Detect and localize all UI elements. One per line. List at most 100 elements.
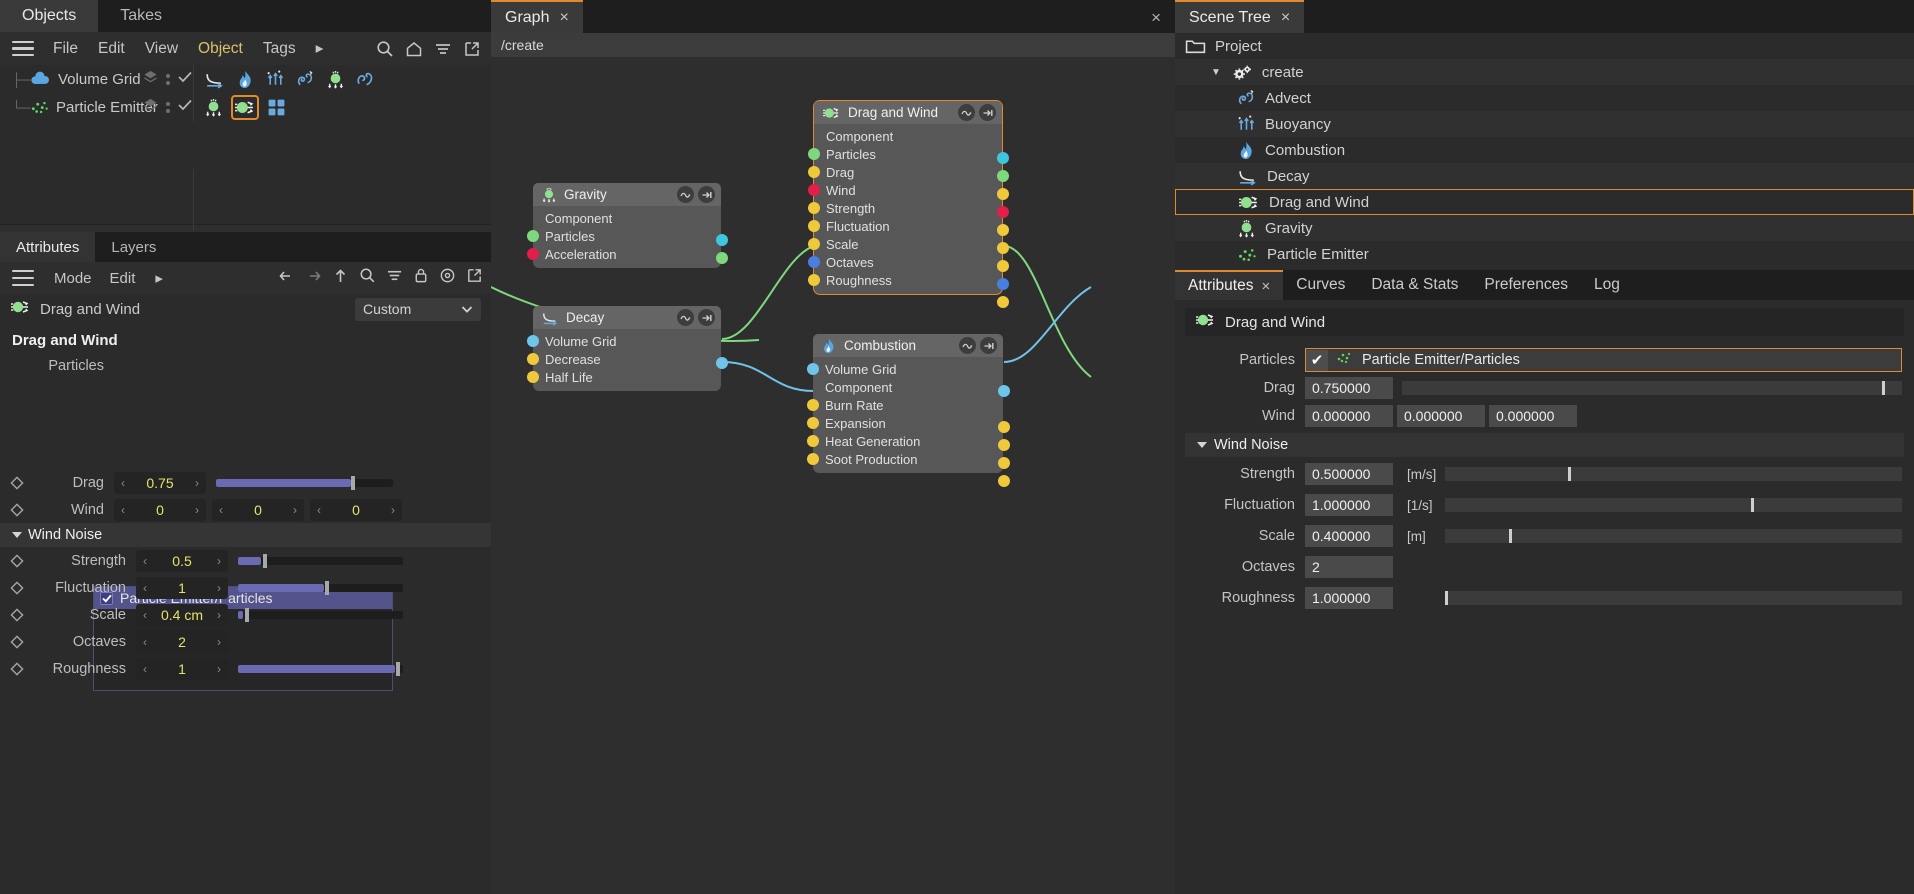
wind-noise-section-header[interactable]: Wind Noise (0, 523, 491, 547)
node-curve-button[interactable] (677, 309, 694, 326)
close-icon[interactable]: × (1261, 278, 1270, 295)
node-curve-button[interactable] (677, 186, 694, 203)
attributes-menu-edit[interactable]: Edit (102, 268, 144, 289)
filter-icon[interactable] (386, 267, 403, 289)
target-icon[interactable] (439, 267, 456, 289)
node-port-drag[interactable]: Drag (807, 163, 1002, 181)
lock-icon[interactable] (413, 267, 429, 289)
turbulence-icon[interactable] (355, 69, 376, 90)
attributes-menu-mode[interactable]: Mode (46, 268, 100, 289)
node-port-octaves[interactable]: Octaves (807, 253, 1002, 271)
graph-node-dragwind[interactable]: Drag and Wind Component Particles Drag W… (807, 100, 1009, 308)
port-dot[interactable] (806, 435, 819, 447)
tab-curves[interactable]: Curves (1283, 270, 1358, 300)
stepper-right-icon[interactable]: › (217, 635, 221, 649)
node-port-heat-generation[interactable]: Heat Generation (806, 432, 1003, 450)
node-output-port[interactable] (996, 278, 1009, 290)
check-icon[interactable] (178, 70, 192, 88)
menu-hamburger-icon[interactable] (12, 40, 34, 57)
port-dot[interactable] (526, 248, 539, 260)
node-port-component[interactable]: Component (813, 378, 1003, 396)
check-icon[interactable] (178, 98, 192, 116)
graph-node-combustion[interactable]: Combustion Volume Grid Component Burn Ra… (806, 334, 1010, 487)
gravity-icon[interactable] (325, 69, 346, 90)
node-port-soot-production[interactable]: Soot Production (806, 450, 1003, 468)
port-dot[interactable] (806, 453, 819, 465)
search-icon[interactable] (376, 40, 394, 58)
back-arrow-icon[interactable] (278, 268, 295, 289)
stepper-right-icon[interactable]: › (217, 662, 221, 676)
menu-item-object[interactable]: Object (189, 37, 252, 61)
node-port-acceleration[interactable]: Acceleration (526, 245, 721, 263)
port-dot[interactable] (806, 363, 819, 375)
node-port-strength[interactable]: Strength (807, 199, 1002, 217)
node-output-port[interactable] (996, 170, 1009, 182)
combustion-icon[interactable] (235, 69, 256, 90)
scale-field[interactable]: ‹ 0.4 cm › (136, 603, 228, 626)
wind-field-0[interactable]: ‹ 0 › (114, 498, 206, 521)
node-output-port[interactable] (997, 457, 1010, 469)
node-output-port[interactable] (996, 224, 1009, 236)
port-dot[interactable] (807, 166, 820, 178)
wind-field-0[interactable]: 0.000000 (1305, 405, 1393, 427)
drag-slider[interactable] (216, 475, 393, 490)
node-port-expansion[interactable]: Expansion (806, 414, 1003, 432)
right-wind-noise-section[interactable]: Wind Noise (1185, 433, 1904, 457)
roughness-field[interactable]: ‹ 1 › (136, 657, 228, 680)
node-port-wind[interactable]: Wind (807, 181, 1002, 199)
node-port-roughness[interactable]: Roughness (807, 271, 1002, 289)
advect-icon[interactable] (295, 69, 316, 90)
attributes-menu-more-icon[interactable]: ▸ (147, 267, 171, 289)
close-icon[interactable]: × (559, 9, 568, 27)
expander-icon[interactable]: ▼ (1211, 67, 1221, 78)
chevron-down-icon[interactable] (1197, 442, 1207, 448)
menu-item-view[interactable]: View (136, 37, 187, 61)
strength-slider[interactable] (238, 553, 403, 568)
keyframe-icon[interactable] (10, 607, 24, 622)
node-port-particles[interactable]: Particles (807, 145, 1002, 163)
close-icon[interactable]: × (1281, 9, 1290, 27)
node-output-port[interactable] (996, 242, 1009, 254)
node-output-port[interactable] (996, 206, 1009, 218)
port-dot[interactable] (806, 399, 819, 411)
stepper-right-icon[interactable]: › (391, 503, 395, 517)
port-dot[interactable] (526, 335, 539, 347)
roughness-slider[interactable] (1445, 591, 1902, 605)
octaves-field[interactable]: ‹ 2 › (136, 630, 228, 653)
scale-slider[interactable] (1445, 529, 1902, 543)
strength-field[interactable]: ‹ 0.5 › (136, 549, 228, 572)
layer-icon[interactable] (143, 69, 158, 89)
strength-field[interactable]: 0.500000 (1305, 463, 1393, 485)
node-output-port[interactable] (996, 296, 1009, 308)
popout-icon[interactable] (466, 267, 483, 289)
filter-icon[interactable] (434, 40, 452, 58)
decay-icon[interactable] (203, 69, 226, 90)
node-port-burn-rate[interactable]: Burn Rate (806, 396, 1003, 414)
visibility-dots-icon[interactable] (166, 101, 170, 113)
drag-field[interactable]: ‹ 0.75 › (114, 471, 206, 494)
attributes-hamburger-icon[interactable] (12, 270, 34, 286)
port-dot[interactable] (807, 202, 820, 214)
gravity-tag-icon[interactable] (203, 97, 224, 118)
scene-tree-item-decay[interactable]: Decay (1175, 163, 1914, 189)
chevron-down-icon[interactable] (12, 532, 22, 538)
node-output-port[interactable] (715, 252, 728, 264)
visibility-dots-icon[interactable] (166, 73, 170, 85)
graph-node-gravity[interactable]: Gravity Component Particles Acceleration (526, 183, 728, 268)
tab-takes[interactable]: Takes (98, 0, 184, 32)
layer-icon[interactable] (143, 97, 158, 117)
node-curve-button[interactable] (959, 337, 976, 354)
up-arrow-icon[interactable] (332, 268, 349, 289)
scale-field[interactable]: 0.400000 (1305, 525, 1393, 547)
scene-tree-item-gravity[interactable]: Gravity (1175, 215, 1914, 241)
node-output-port[interactable] (997, 421, 1010, 433)
keyframe-icon[interactable] (10, 475, 24, 490)
graph-canvas[interactable]: Gravity Component Particles Acceleration… (491, 57, 1175, 894)
tab-objects[interactable]: Objects (0, 0, 99, 32)
port-dot[interactable] (807, 238, 820, 250)
fluctuation-slider[interactable] (1445, 498, 1902, 512)
node-header[interactable]: Drag and Wind (814, 101, 1002, 124)
node-port-component[interactable]: Component (814, 127, 1002, 145)
tab-data-stats[interactable]: Data & Stats (1358, 270, 1471, 300)
port-dot[interactable] (807, 184, 820, 196)
